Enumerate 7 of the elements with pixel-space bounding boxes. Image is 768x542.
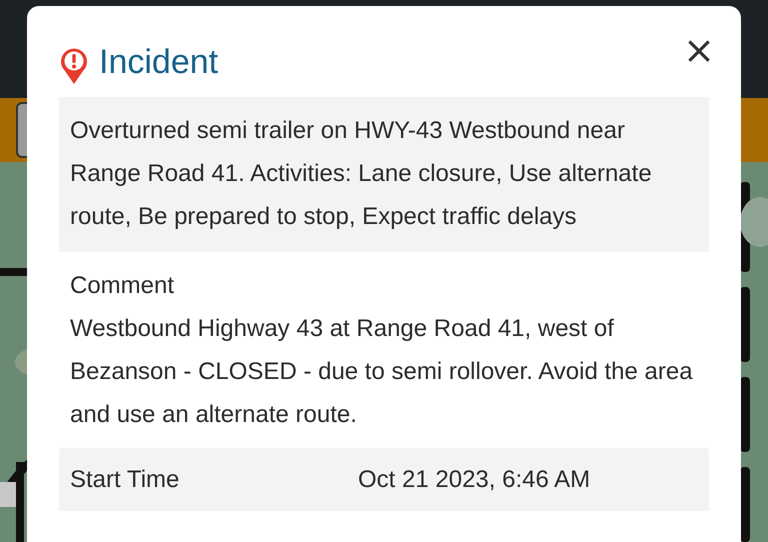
popup-title: Incident xyxy=(99,42,218,82)
detail-value: Oct 21 2023, 6:46 AM xyxy=(358,465,590,495)
detail-label: Start Time xyxy=(70,465,180,495)
comment-text: Westbound Highway 43 at Range Road 41, west of Bezanson - CLOSED - due to semi rollover. Avoid the area and use an alternate route. xyxy=(70,314,694,430)
incident-description: Overturned semi trailer on HWY-43 Westbound near Range Road 41. Activities: Lane closure, Use alternate route, Be prepared to stop, Expect traffic delays xyxy=(70,117,652,230)
close-button[interactable]: × xyxy=(681,31,717,69)
comment-label: Comment xyxy=(70,271,176,301)
